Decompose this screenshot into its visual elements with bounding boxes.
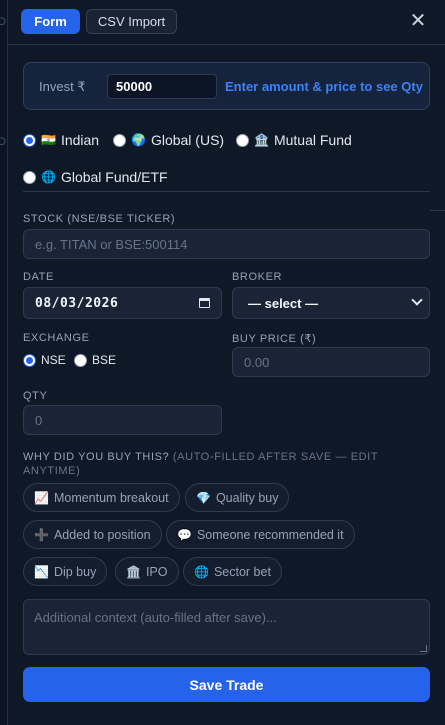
chip-label: Dip buy bbox=[53, 564, 97, 579]
globe-network-icon: 🌐 bbox=[41, 170, 56, 184]
qty-placeholder: 0 bbox=[35, 412, 43, 428]
chip-label: Added to position bbox=[53, 527, 151, 542]
date-input[interactable]: 08/03/2026 bbox=[23, 287, 222, 319]
additional-context-textarea[interactable]: Additional context (auto-filled after sa… bbox=[23, 599, 430, 655]
exchange-option-bse[interactable]: BSE bbox=[74, 353, 116, 367]
resize-handle-icon[interactable] bbox=[420, 645, 427, 652]
buy-price-label: BUY PRICE (₹) bbox=[232, 333, 317, 345]
chevron-down-icon bbox=[411, 294, 423, 306]
broker-select[interactable]: — select — bbox=[232, 287, 430, 319]
market-option-label: Global Fund/ETF bbox=[60, 169, 168, 185]
panel-header: Form CSV Import ✕ bbox=[8, 0, 445, 45]
market-option-global-us[interactable]: 🌍 Global (US) bbox=[113, 132, 224, 148]
close-icon[interactable]: ✕ bbox=[408, 11, 428, 31]
reason-label-main: WHY DID YOU BUY THIS? bbox=[23, 451, 170, 463]
date-label: DATE bbox=[23, 271, 54, 283]
divider bbox=[23, 191, 430, 192]
context-placeholder: Additional context (auto-filled after sa… bbox=[34, 610, 277, 625]
qty-input[interactable]: 0 bbox=[23, 405, 222, 435]
plus-icon: ➕ bbox=[34, 527, 49, 542]
invest-hint: Enter amount & price to see Qty bbox=[225, 79, 423, 94]
reason-chip-momentum[interactable]: 📈 Momentum breakout bbox=[23, 483, 180, 512]
buy-price-input[interactable]: 0.00 bbox=[232, 347, 430, 377]
stock-placeholder: e.g. TITAN or BSE:500114 bbox=[35, 236, 188, 252]
reason-chip-recommended[interactable]: 💬 Someone recommended it bbox=[166, 520, 355, 549]
speech-bubble-icon: 💬 bbox=[177, 527, 192, 542]
exchange-option-nse[interactable]: NSE bbox=[23, 353, 66, 367]
qty-label: QTY bbox=[23, 390, 48, 402]
reason-label: WHY DID YOU BUY THIS? (AUTO-FILLED AFTER… bbox=[23, 450, 423, 478]
market-option-label: Mutual Fund bbox=[273, 132, 352, 148]
edge-letter: D bbox=[0, 136, 6, 148]
radio-button[interactable] bbox=[74, 353, 87, 367]
market-option-indian[interactable]: 🇮🇳 Indian bbox=[23, 132, 99, 148]
tab-csv-import[interactable]: CSV Import bbox=[86, 9, 177, 34]
bank-icon: 🏦 bbox=[254, 133, 269, 147]
broker-label: BROKER bbox=[232, 271, 283, 283]
date-value: 08/03/2026 bbox=[35, 295, 119, 311]
exchange-option-label: BSE bbox=[92, 353, 117, 367]
chart-up-icon: 📈 bbox=[34, 490, 49, 505]
market-option-label: Indian bbox=[60, 132, 100, 148]
invest-calculator: Invest ₹ Enter amount & price to see Qty bbox=[23, 62, 430, 110]
invest-amount-input[interactable] bbox=[107, 74, 217, 99]
save-trade-button[interactable]: Save Trade bbox=[23, 667, 430, 702]
classical-building-icon: 🏛️ bbox=[126, 564, 141, 579]
market-option-global-fund[interactable]: 🌐 Global Fund/ETF bbox=[23, 169, 168, 185]
add-trade-panel: Form CSV Import ✕ Invest ₹ Enter amount … bbox=[7, 0, 445, 725]
reason-chip-added[interactable]: ➕ Added to position bbox=[23, 520, 162, 549]
stock-label: STOCK (NSE/BSE TICKER) bbox=[23, 213, 176, 225]
reason-chip-ipo[interactable]: 🏛️ IPO bbox=[115, 557, 179, 586]
market-option-mutual-fund[interactable]: 🏦 Mutual Fund bbox=[236, 132, 352, 148]
globe-network-icon: 🌐 bbox=[194, 564, 209, 579]
tab-form[interactable]: Form bbox=[21, 9, 80, 34]
calendar-icon[interactable] bbox=[199, 298, 210, 308]
reason-chip-quality[interactable]: 💎 Quality buy bbox=[185, 483, 290, 512]
india-flag-icon: 🇮🇳 bbox=[41, 133, 56, 147]
buy-price-placeholder: 0.00 bbox=[244, 354, 270, 370]
chip-label: Sector bet bbox=[213, 564, 271, 579]
chip-label: Momentum breakout bbox=[53, 490, 169, 505]
chip-label: Quality buy bbox=[215, 490, 279, 505]
reason-chip-dip[interactable]: 📉 Dip buy bbox=[23, 557, 108, 586]
radio-button[interactable] bbox=[23, 170, 36, 184]
radio-button[interactable] bbox=[113, 133, 126, 147]
chart-down-icon: 📉 bbox=[34, 564, 49, 579]
broker-selected: — select — bbox=[248, 295, 319, 311]
reason-chip-sector[interactable]: 🌐 Sector bet bbox=[183, 557, 282, 586]
radio-button[interactable] bbox=[23, 353, 36, 367]
invest-label: Invest ₹ bbox=[39, 79, 86, 94]
exchange-label: EXCHANGE bbox=[23, 332, 90, 344]
exchange-option-label: NSE bbox=[41, 353, 66, 367]
globe-icon: 🌍 bbox=[131, 133, 146, 147]
stock-ticker-input[interactable]: e.g. TITAN or BSE:500114 bbox=[23, 229, 430, 259]
divider bbox=[430, 210, 445, 211]
chip-label: IPO bbox=[145, 564, 168, 579]
edge-letter: D bbox=[0, 16, 6, 28]
market-option-label: Global (US) bbox=[150, 132, 225, 148]
gem-icon: 💎 bbox=[196, 490, 211, 505]
radio-button[interactable] bbox=[23, 133, 36, 147]
chip-label: Someone recommended it bbox=[196, 527, 344, 542]
radio-button[interactable] bbox=[236, 133, 249, 147]
